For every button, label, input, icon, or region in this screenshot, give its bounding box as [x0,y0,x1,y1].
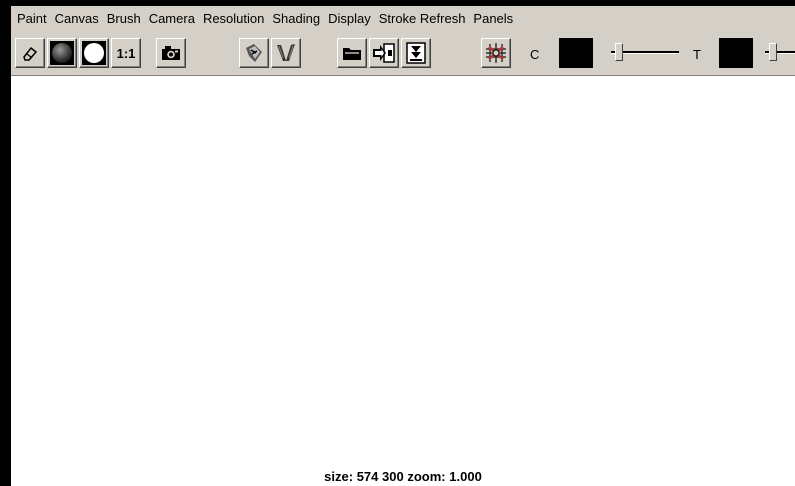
zoom-value: 1.000 [449,469,482,484]
white-sphere-icon [82,41,106,65]
canvas-height: 300 [382,469,404,484]
menu-stroke-refresh[interactable]: Stroke Refresh [375,6,470,32]
zoom-label: zoom: [407,469,446,484]
eraser-button[interactable] [15,38,45,68]
paint-window: Paint Canvas Brush Camera Resolution Sha… [0,0,795,486]
wrap-button[interactable] [481,38,511,68]
menu-canvas[interactable]: Canvas [51,6,103,32]
import-image-button[interactable] [401,38,431,68]
open-image-button[interactable] [337,38,367,68]
canvas-width: 574 [356,469,379,484]
transparency-slider[interactable] [765,40,795,66]
open-image-icon [342,45,362,61]
left-border [0,0,11,486]
ratio-label: 1:1 [116,45,136,61]
brush-pick-button[interactable] [271,38,301,68]
shaded-sphere-icon [50,41,74,65]
wrap-icon [484,41,508,65]
clear-to-shaded-button[interactable] [47,38,77,68]
menu-brush[interactable]: Brush [103,6,145,32]
color-slider[interactable] [611,40,679,66]
menu-shading[interactable]: Shading [268,6,324,32]
color-slider-thumb[interactable] [615,43,623,61]
color-label: C [530,47,540,62]
menu-paint[interactable]: Paint [11,6,51,32]
size-label: size: [324,469,354,484]
menu-panels[interactable]: Panels [469,6,517,32]
menu-bar: Paint Canvas Brush Camera Resolution Sha… [11,6,795,32]
brush-settings-icon [243,42,265,64]
clear-to-white-button[interactable] [79,38,109,68]
brush-settings-button[interactable] [239,38,269,68]
paint-canvas[interactable]: size: 574 300 zoom: 1.000 [11,76,795,486]
menu-display[interactable]: Display [324,6,375,32]
transparency-label: T [693,47,701,62]
toolbar: 1:1 C T [11,32,795,76]
status-line: size: 574 300 zoom: 1.000 [11,469,795,484]
snapshot-button[interactable] [156,38,186,68]
brush-pick-icon [275,42,297,64]
import-image-icon [405,41,427,65]
transparency-slider-thumb[interactable] [769,43,777,61]
color-swatch[interactable] [559,38,593,68]
actual-size-button[interactable]: 1:1 [111,38,141,68]
save-image-button[interactable] [369,38,399,68]
camera-icon [161,45,181,61]
eraser-icon [21,44,39,62]
menu-camera[interactable]: Camera [145,6,199,32]
menu-resolution[interactable]: Resolution [199,6,268,32]
save-image-icon [372,42,396,64]
transparency-swatch[interactable] [719,38,753,68]
